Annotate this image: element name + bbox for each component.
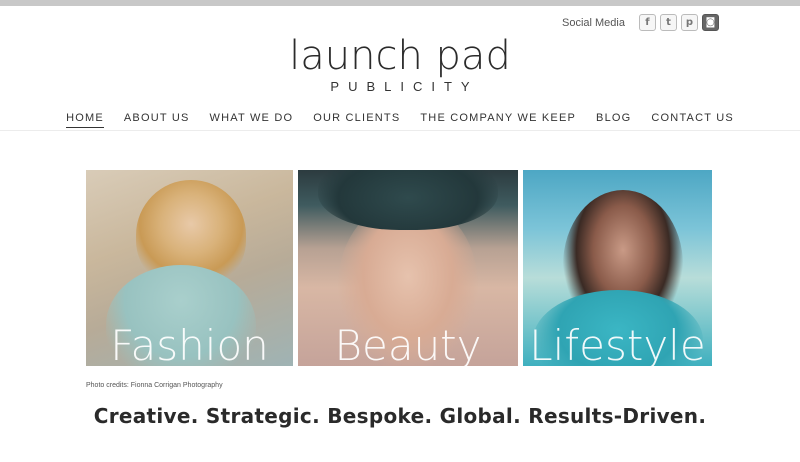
social-media-bar: Social Media f t p ◙ [562,14,719,31]
main-nav: HOME ABOUT US WHAT WE DO OUR CLIENTS THE… [0,112,800,128]
nav-item-what-we-do[interactable]: WHAT WE DO [210,112,294,128]
instagram-icon[interactable]: ◙ [701,14,719,31]
nav-item-blog[interactable]: BLOG [596,112,631,128]
nav-item-our-clients[interactable]: OUR CLIENTS [313,112,400,128]
category-panels: Fashion Beauty Lifestyle [86,170,712,366]
beauty-label: Beauty [334,321,482,367]
nav-item-home[interactable]: HOME [66,112,104,128]
fashion-label: Fashion [110,321,269,367]
lifestyle-panel[interactable]: Lifestyle [523,170,712,366]
nav-item-company-we-keep[interactable]: THE COMPANY WE KEEP [420,112,576,128]
fashion-panel[interactable]: Fashion [86,170,293,366]
pinterest-icon[interactable]: p [680,14,698,31]
logo-wordmark[interactable]: launch pad [0,34,800,78]
facebook-icon[interactable]: f [638,14,656,31]
nav-divider [0,130,800,131]
browser-top-bar [0,0,800,6]
beauty-panel[interactable]: Beauty [298,170,518,366]
twitter-icon[interactable]: t [659,14,677,31]
nav-item-about-us[interactable]: ABOUT US [124,112,190,128]
social-media-label: Social Media [562,16,625,29]
beauty-headpiece [318,170,498,230]
nav-item-contact-us[interactable]: CONTACT US [651,112,734,128]
lifestyle-label: Lifestyle [529,321,706,367]
logo-subtitle[interactable]: PUBLICITY [0,79,800,94]
photo-credits: Photo credits: Fionna Corrigan Photograp… [86,382,223,389]
tagline: Creative. Strategic. Bespoke. Global. Re… [93,404,707,428]
